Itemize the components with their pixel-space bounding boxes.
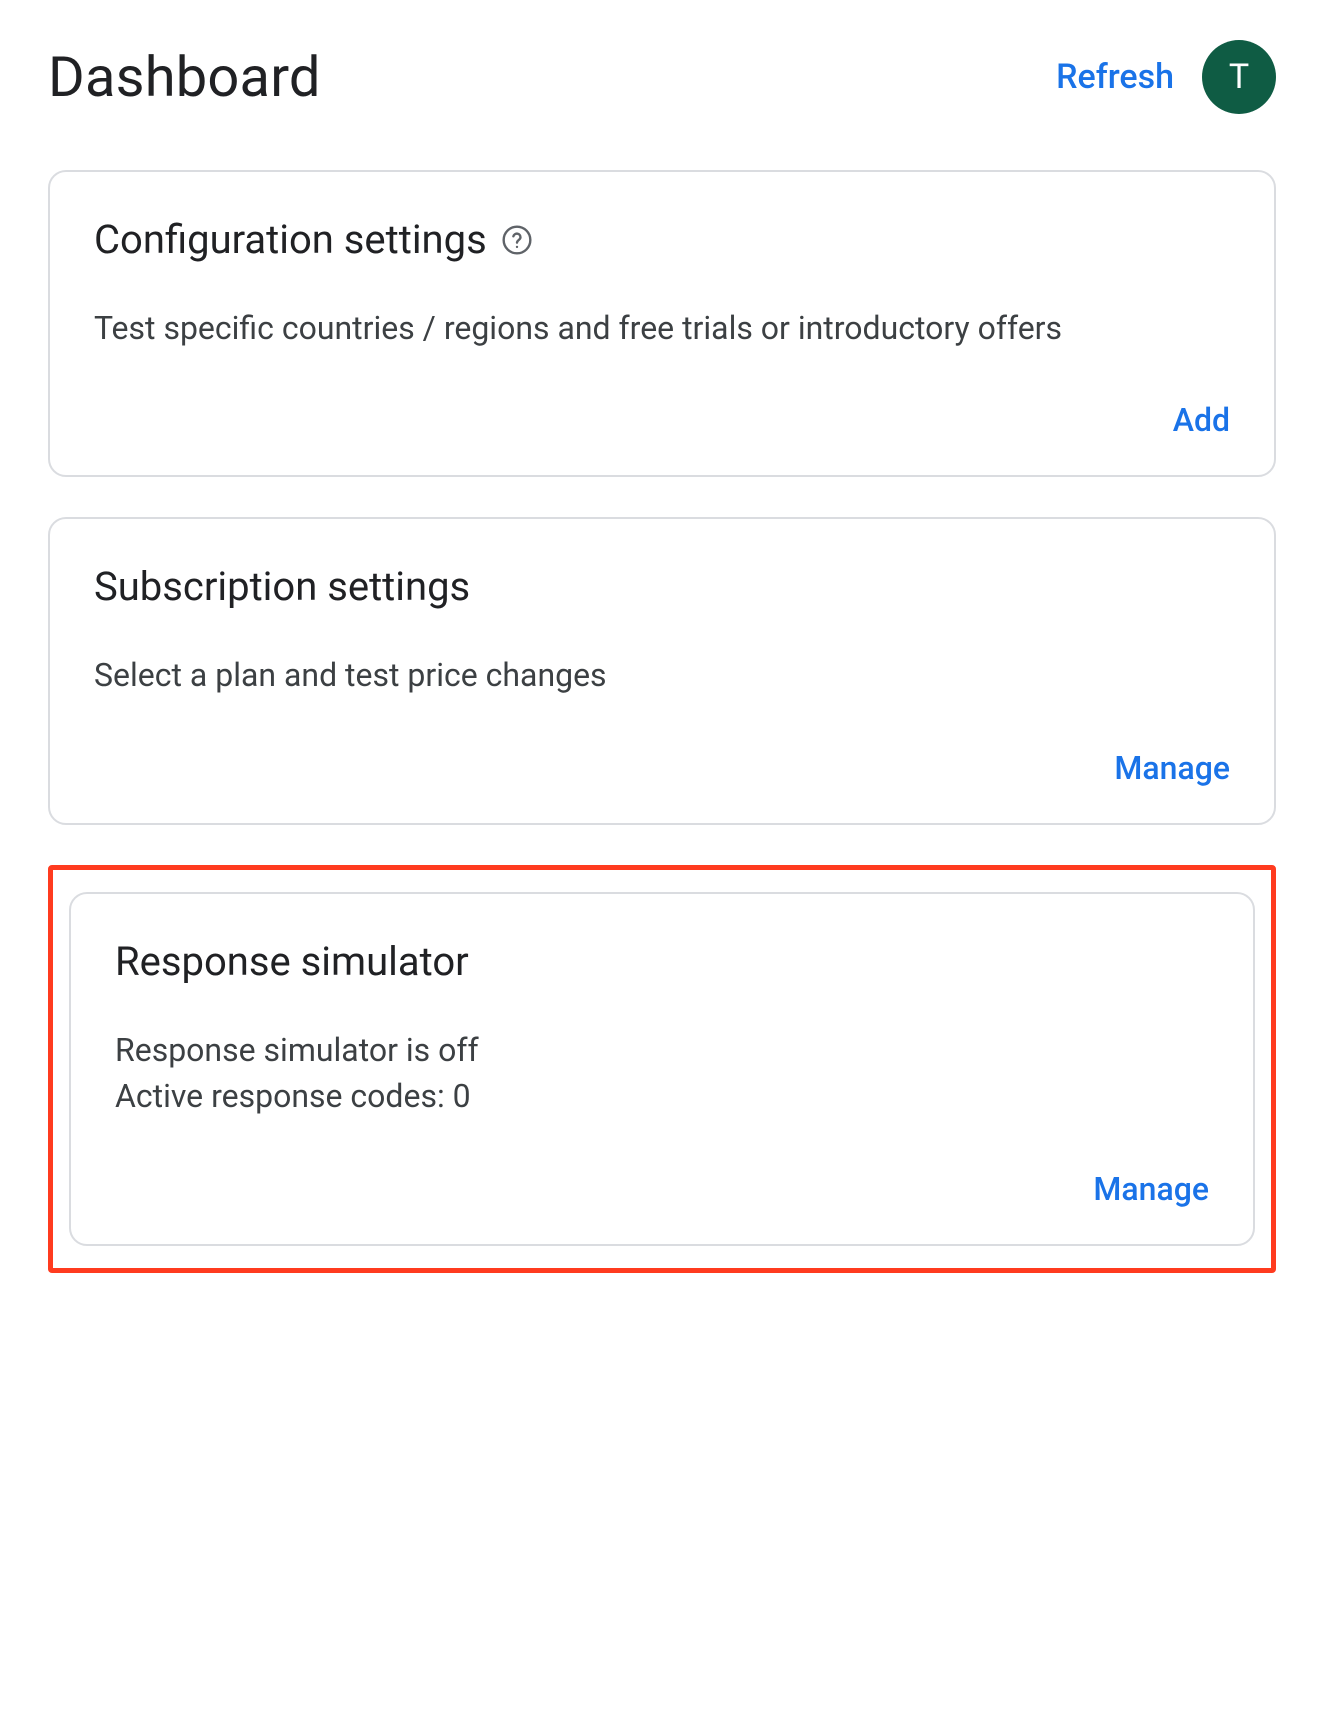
card-title: Subscription settings [94,563,470,610]
card-action-row: Manage [94,743,1230,793]
help-icon[interactable] [501,224,533,256]
card-header: Configuration settings [94,216,1230,263]
header-actions: Refresh T [1056,40,1276,114]
highlight-box: Response simulator Response simulator is… [48,865,1276,1273]
response-simulator-card: Response simulator Response simulator is… [69,892,1255,1246]
configuration-settings-card: Configuration settings Test specific cou… [48,170,1276,477]
add-button[interactable]: Add [1173,395,1230,445]
simulator-codes: Active response codes: 0 [115,1073,1209,1119]
header: Dashboard Refresh T [48,40,1276,114]
refresh-button[interactable]: Refresh [1056,57,1174,97]
manage-subscription-button[interactable]: Manage [1114,743,1230,793]
card-action-row: Manage [115,1164,1209,1214]
card-header: Response simulator [115,938,1209,985]
card-description: Test specific countries / regions and fr… [94,305,1230,351]
manage-simulator-button[interactable]: Manage [1093,1164,1209,1214]
subscription-settings-card: Subscription settings Select a plan and … [48,517,1276,824]
card-description: Select a plan and test price changes [94,652,1230,698]
card-title: Response simulator [115,938,469,985]
avatar[interactable]: T [1202,40,1276,114]
page-title: Dashboard [48,44,321,110]
avatar-initial: T [1229,57,1249,97]
card-action-row: Add [94,395,1230,445]
card-title: Configuration settings [94,216,487,263]
card-header: Subscription settings [94,563,1230,610]
simulator-status: Response simulator is off [115,1027,1209,1073]
